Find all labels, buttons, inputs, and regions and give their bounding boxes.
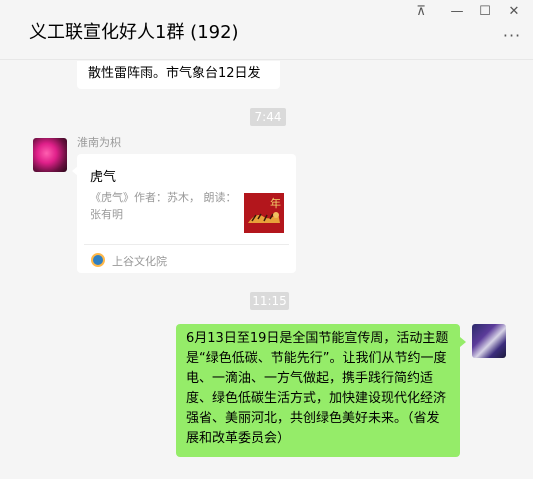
pin-icon[interactable]: ⊼ <box>410 3 432 21</box>
maximize-icon[interactable]: ☐ <box>474 3 496 21</box>
bubble-tail <box>460 337 466 347</box>
sender-avatar[interactable] <box>33 138 67 172</box>
source-app-icon <box>91 253 105 267</box>
link-card-title: 虎气 <box>90 170 117 185</box>
title-bar: 义工联宣化好人1群 (192) ⊼ — ☐ ✕ ··· <box>0 0 533 60</box>
outgoing-message-bubble[interactable]: 6月13日至19日是全国节能宣传周，活动主题是“绿色低碳、节能先行”。让我们从节… <box>176 324 460 457</box>
thumbnail-char: 年 <box>270 197 281 210</box>
more-options-icon[interactable]: ··· <box>501 28 523 46</box>
timestamp-badge: 7:44 <box>250 108 286 126</box>
sender-name: 淮南为枳 <box>77 136 121 149</box>
close-icon[interactable]: ✕ <box>503 3 525 21</box>
chat-message-area[interactable]: 散性雷阵雨。市气象台12日发 7:44 淮南为枳 虎气 《虎气》作者：苏木， 朗… <box>0 61 533 479</box>
link-card-thumbnail: 年 <box>244 193 284 233</box>
link-card[interactable]: 虎气 《虎气》作者：苏木， 朗读：张有明 年 上谷文化院 <box>77 154 296 273</box>
chat-title: 义工联宣化好人1群 (192) <box>29 22 239 43</box>
link-card-source: 上谷文化院 <box>112 255 167 268</box>
minimize-icon[interactable]: — <box>446 3 468 21</box>
divider <box>84 244 289 245</box>
link-card-description: 《虎气》作者：苏木， 朗读：张有明 <box>90 191 237 221</box>
message-bubble-partial[interactable]: 散性雷阵雨。市气象台12日发 <box>77 61 280 89</box>
my-avatar[interactable] <box>472 324 506 358</box>
timestamp-badge: 11:15 <box>250 292 289 310</box>
